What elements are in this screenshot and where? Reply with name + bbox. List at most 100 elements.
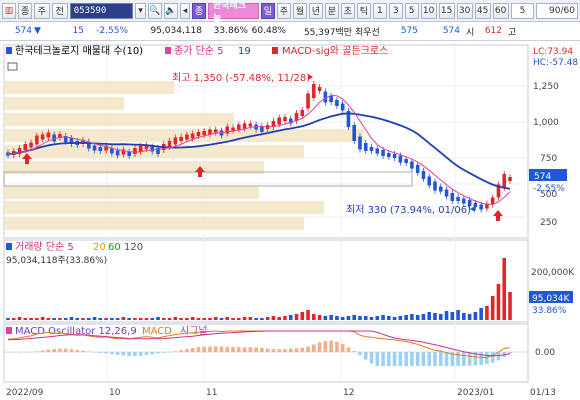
macd-bar [352, 351, 357, 352]
interval-1[interactable]: 1 [372, 2, 387, 19]
macd-bar [242, 347, 247, 352]
interval-3[interactable]: 3 [388, 2, 403, 19]
candle [115, 150, 120, 156]
candle [387, 153, 391, 157]
period-day-button[interactable]: 일 [260, 2, 275, 19]
candle [404, 159, 408, 163]
macd-bar [375, 352, 380, 366]
speaker-icon[interactable]: 🔈 [163, 2, 178, 19]
candle [479, 204, 483, 210]
macd-bar [444, 352, 449, 366]
macd-bar [288, 348, 293, 352]
candle [415, 165, 420, 173]
volume-bar [467, 314, 472, 320]
volume-bar [381, 315, 385, 320]
legend-swatch [165, 47, 171, 54]
macd-bar [392, 352, 397, 366]
volume-bar [317, 315, 322, 320]
macd-bar [98, 352, 103, 353]
stock-chart[interactable]: 최고 1,350 (-57.48%, 11/28) 최저 330 (73.94%… [0, 41, 580, 400]
volume-bar [196, 318, 201, 320]
volume-bar [369, 317, 374, 320]
jong-button[interactable]: 종 [18, 2, 32, 19]
candle [306, 93, 310, 109]
interval-45[interactable]: 45 [474, 2, 491, 19]
settings-icon[interactable]: ▥ [2, 2, 16, 19]
candle [98, 147, 103, 151]
macd-bar [52, 349, 56, 352]
volume-bar [40, 317, 45, 320]
period-minute-button[interactable]: 분 [324, 2, 339, 19]
dropdown-icon[interactable]: ▾ [135, 2, 146, 19]
macd-bar [213, 346, 218, 352]
volume-bar [375, 316, 380, 320]
legend-swatch [272, 47, 278, 54]
candle [340, 103, 345, 111]
legend-stock: 한국테크놀로지 매물대 수(10) [15, 45, 143, 57]
volume-bar [173, 317, 178, 320]
x-axis: 2022/09 10 11 12 2023/01 01/13 [6, 388, 556, 398]
macd-bar [23, 352, 28, 353]
macd-bar [381, 352, 385, 366]
interval-30[interactable]: 30 [456, 2, 473, 19]
macd-bar [46, 349, 51, 352]
volume-panel [3, 239, 529, 323]
candle [427, 176, 432, 186]
stock-tag-button[interactable]: 종 [191, 2, 206, 19]
candle [392, 154, 397, 158]
macd-bar [138, 352, 143, 356]
macd-bar [335, 341, 339, 352]
candle [46, 132, 51, 138]
interval-10[interactable]: 10 [420, 2, 437, 19]
candle [352, 125, 357, 141]
candle [317, 87, 322, 91]
candle [231, 127, 235, 131]
prev-icon[interactable]: ◂ [179, 2, 190, 19]
period-month-button[interactable]: 월 [292, 2, 307, 19]
volume-bar [438, 314, 443, 320]
candle [185, 134, 189, 140]
period-tick-button[interactable]: 틱 [356, 2, 371, 19]
volume-bar [479, 308, 483, 320]
candle [40, 134, 45, 140]
candle [450, 193, 455, 201]
volume-bar [179, 318, 183, 320]
search-icon[interactable]: 🔍 [147, 2, 162, 19]
macd-bar [248, 347, 253, 352]
volume-bar [254, 318, 258, 320]
candle [363, 143, 368, 151]
volume-bar [58, 318, 62, 320]
candle [110, 148, 114, 154]
candle [283, 117, 287, 121]
volume-bar [265, 317, 270, 320]
volume-bar [98, 318, 103, 320]
macd-bar [63, 348, 68, 352]
stock-code-input[interactable]: 053590 [69, 2, 134, 19]
volume-legend: 거래량 단순 5 [15, 241, 74, 253]
macd-bar [415, 352, 420, 366]
macd-bar [346, 347, 351, 352]
macd-bar [11, 352, 16, 353]
interval-15[interactable]: 15 [438, 2, 455, 19]
volume-bar [17, 317, 22, 320]
macd-bar [196, 347, 201, 352]
candle [329, 96, 333, 102]
macd-bar [317, 342, 322, 352]
chart-toolbar: ▥ 종 주 전 053590 ▾ 🔍 🔈 ◂ 종 한국테크놀 일 주 월 년 분… [0, 0, 580, 24]
interval-5[interactable]: 5 [404, 2, 419, 19]
volume-bar [433, 313, 437, 320]
candle [508, 177, 512, 181]
candle [398, 155, 403, 163]
interval-60[interactable]: 60 [492, 2, 509, 19]
ju-button[interactable]: 주 [34, 2, 50, 19]
period-year-button[interactable]: 년 [308, 2, 323, 19]
volume-bar [81, 318, 85, 320]
volume-bar [35, 318, 39, 320]
period-second-button[interactable]: 초 [340, 2, 355, 19]
macd-bar [271, 349, 276, 352]
period-week-button[interactable]: 주 [276, 2, 291, 19]
range-input[interactable]: 90/60 [536, 2, 578, 19]
jeon-button[interactable]: 전 [51, 2, 68, 19]
volume-bar [150, 318, 155, 320]
interval-select[interactable]: 5 [510, 2, 535, 19]
